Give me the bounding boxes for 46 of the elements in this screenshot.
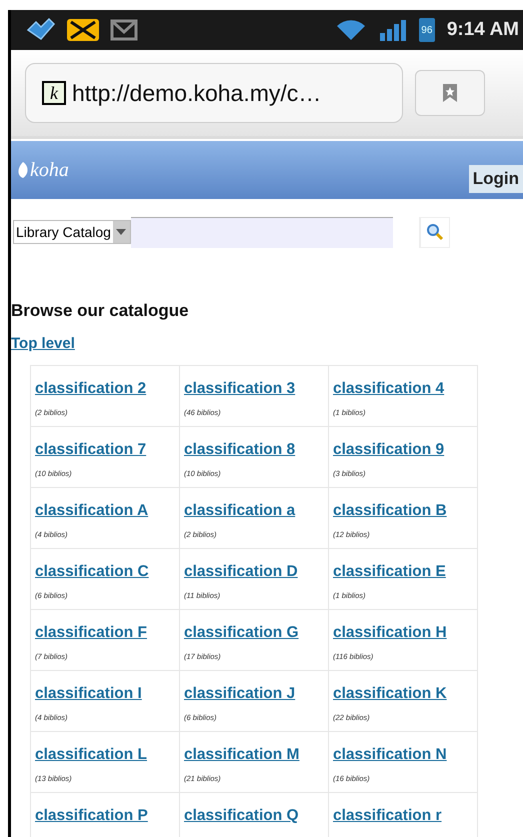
logo-text: koha	[30, 158, 69, 182]
logo-mark-icon	[17, 162, 29, 178]
classification-link[interactable]: classification a	[184, 502, 296, 519]
bookmark-icon	[443, 84, 457, 102]
classification-link[interactable]: classification P	[35, 807, 148, 824]
signal-icon	[378, 18, 407, 42]
login-button[interactable]: Login	[468, 165, 523, 193]
page-heading: Browse our catalogue	[11, 301, 190, 321]
classification-link[interactable]: classification N	[333, 746, 447, 763]
checkmark-icon	[26, 17, 56, 43]
classification-link[interactable]: classification A	[35, 502, 148, 519]
k-logo-icon: k	[42, 81, 66, 105]
address-bar[interactable]: k http://demo.koha.my/c…	[25, 63, 403, 123]
search-button[interactable]	[420, 216, 450, 248]
clock-time: 9:14 AM	[446, 19, 519, 41]
classification-link[interactable]: classification L	[35, 746, 147, 763]
classification-link[interactable]: classification E	[333, 563, 446, 580]
envelope-icon	[66, 18, 100, 42]
bookmark-button[interactable]	[415, 70, 485, 116]
classification-link[interactable]: classification 4	[333, 380, 444, 397]
classification-link[interactable]: classification Q	[184, 807, 299, 824]
classification-link[interactable]: classification 8	[184, 441, 296, 458]
classification-link[interactable]: classification C	[35, 563, 149, 580]
classification-link[interactable]: classification K	[333, 685, 447, 702]
battery-level: 96	[418, 18, 435, 42]
classification-link[interactable]: classification 9	[333, 441, 444, 458]
classification-link[interactable]: classification H	[333, 624, 447, 641]
dropdown-arrow-icon	[116, 229, 126, 235]
wifi-icon	[334, 18, 367, 42]
search-icon	[426, 223, 444, 241]
classification-link[interactable]: classification B	[333, 502, 447, 519]
classification-link[interactable]: classification 2	[35, 380, 146, 397]
classification-link[interactable]: classification J	[184, 685, 296, 702]
url-text: http://demo.koha.my/c…	[72, 80, 322, 106]
classification-link[interactable]: classification 3	[184, 380, 296, 397]
classification-link[interactable]: classification M	[184, 746, 300, 763]
classification-link[interactable]: classification F	[35, 624, 147, 641]
classification-link[interactable]: classification D	[184, 563, 298, 580]
mail-icon	[110, 19, 138, 41]
top-level-link[interactable]: Top level	[11, 335, 75, 352]
classification-link[interactable]: classification I	[35, 685, 142, 702]
classification-link[interactable]: classification G	[184, 624, 299, 641]
classification-link[interactable]: classification 7	[35, 441, 146, 458]
search-field[interactable]	[130, 216, 393, 248]
catalog-dropdown[interactable]: Library Catalog	[13, 220, 131, 244]
classification-link[interactable]: classification r	[333, 807, 442, 824]
